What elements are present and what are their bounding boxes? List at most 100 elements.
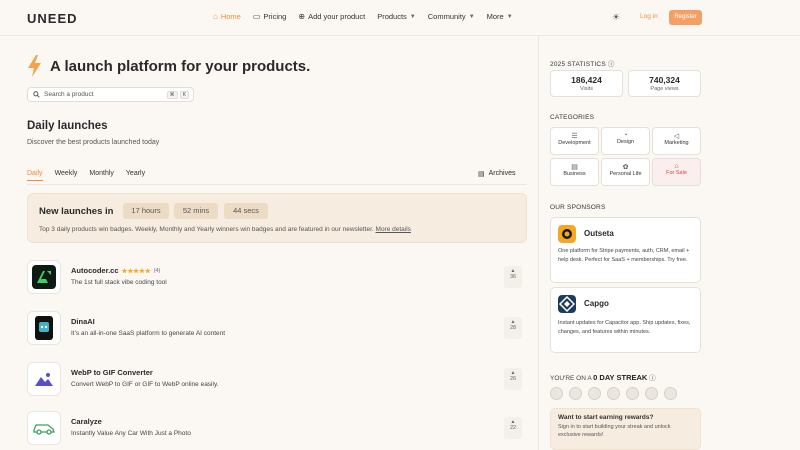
nav-label: More — [486, 12, 504, 21]
streak-day-circle — [588, 387, 601, 400]
more-details-link[interactable]: More details — [376, 226, 411, 233]
theme-toggle-sun-icon[interactable]: ☀ — [612, 12, 620, 23]
info-icon[interactable]: ⓘ — [608, 61, 615, 68]
archive-box-icon: ▤ — [478, 171, 485, 178]
upvote-button[interactable]: ▲ 36 — [504, 266, 522, 288]
chevron-down-icon: ▼ — [409, 13, 416, 20]
home-icon: ⌂ — [213, 12, 218, 21]
category-personal-life[interactable]: ✿ Personal Life — [601, 158, 650, 186]
product-name-row: Autocoder.cc ★★★★★ (4) — [71, 266, 160, 275]
vote-count: 36 — [509, 274, 517, 280]
stats-heading-text: 2025 STATISTICS — [550, 61, 606, 68]
nav-products[interactable]: Products ▼ — [377, 12, 416, 21]
shop-icon: ⌂ — [674, 163, 679, 170]
list-item[interactable]: Caralyze Instantly Value Any Car With Ju… — [27, 411, 527, 449]
page-title: A launch platform for your products. — [50, 58, 311, 75]
category-marketing[interactable]: ◁ Marketing — [652, 127, 701, 155]
product-name-row: Caralyze — [71, 417, 102, 426]
countdown-desc-text: Top 3 daily products win badges. Weekly,… — [39, 226, 374, 233]
nav-more[interactable]: More ▼ — [487, 12, 513, 21]
sponsor-card-outseta[interactable]: Outseta One platform for Stripe payments… — [550, 217, 701, 283]
rating-count: (4) — [153, 267, 161, 274]
tab-daily[interactable]: Daily — [27, 170, 43, 181]
palette-icon: ◔ — [623, 132, 628, 139]
streak-day-circle — [626, 387, 639, 400]
section-title: Daily launches — [27, 120, 108, 132]
streak-days — [550, 387, 677, 400]
category-label: Marketing — [664, 140, 689, 146]
stat-label: Page views — [650, 86, 679, 92]
info-icon[interactable]: ⓘ — [649, 375, 656, 382]
streak-label: YOU'RE ON A 0 DAY STREAK ⓘ — [550, 372, 656, 382]
list-item[interactable]: DinaAI It's an all-in-one SaaS platform … — [27, 311, 527, 349]
period-tabs: Daily Weekly Monthly Yearly — [27, 170, 145, 181]
tabs-divider — [27, 184, 527, 185]
archives-label: Archives — [488, 170, 516, 177]
streak-prefix: YOU'RE ON A — [550, 375, 592, 382]
product-logo — [27, 260, 61, 294]
nav-pricing[interactable]: ▭ Pricing — [253, 12, 287, 21]
chevron-down-icon: ▼ — [468, 13, 475, 20]
product-name-row: DinaAI — [71, 317, 95, 326]
nav-label: Community — [427, 12, 466, 21]
search-shortcut: ⌘ K — [166, 91, 189, 99]
capgo-logo-icon — [558, 295, 576, 313]
flower-icon: ✿ — [622, 164, 629, 171]
upvote-button[interactable]: ▲ 22 — [504, 417, 522, 439]
tab-yearly[interactable]: Yearly — [126, 170, 145, 181]
stack-icon: ☰ — [571, 133, 578, 140]
tab-monthly[interactable]: Monthly — [89, 170, 114, 181]
sponsor-card-capgo[interactable]: Capgo Instant updates for Capacitor app.… — [550, 287, 701, 353]
product-name: Caralyze — [71, 417, 102, 426]
vote-count: 26 — [509, 376, 517, 382]
search-input[interactable]: Search a product ⌘ K — [27, 87, 194, 102]
sponsor-name: Capgo — [584, 299, 609, 308]
category-business[interactable]: ▤ Business — [550, 158, 599, 186]
section-subtitle: Discover the best products launched toda… — [27, 139, 160, 146]
lightning-bolt-icon — [28, 55, 41, 77]
product-description: Instantly Value Any Car With Just a Phot… — [71, 430, 191, 437]
list-item[interactable]: Autocoder.cc ★★★★★ (4) The 1st full stac… — [27, 260, 527, 298]
product-name-row: WebP to GIF Converter — [71, 368, 153, 377]
list-item[interactable]: WebP to GIF Converter Convert WebP to GI… — [27, 362, 527, 400]
stat-page-views: 740,324 Page views — [628, 70, 701, 97]
categories-heading: CATEGORIES — [550, 114, 595, 121]
upvote-button[interactable]: ▲ 28 — [504, 317, 522, 339]
product-description: It's an all-in-one SaaS platform to gene… — [71, 330, 226, 337]
countdown-hours: 17 hours — [123, 203, 169, 219]
category-development[interactable]: ☰ Development — [550, 127, 599, 155]
megaphone-icon: ◁ — [673, 133, 680, 140]
chevron-down-icon: ▼ — [506, 13, 513, 20]
register-button[interactable]: Register — [669, 10, 702, 25]
countdown-description: Top 3 daily products win badges. Weekly,… — [39, 226, 411, 233]
briefcase-icon: ▤ — [571, 164, 578, 171]
product-description: The 1st full stack vibe coding tool — [71, 279, 167, 286]
nav-community[interactable]: Community ▼ — [428, 12, 475, 21]
sponsor-description: One platform for Stripe payments, auth, … — [558, 248, 690, 263]
tab-weekly[interactable]: Weekly — [55, 170, 78, 181]
streak-day-circle — [607, 387, 620, 400]
stat-visits: 186,424 Visits — [550, 70, 623, 97]
category-design[interactable]: ◔ Design — [601, 127, 650, 155]
upvote-button[interactable]: ▲ 26 — [504, 368, 522, 390]
stat-number: 186,424 — [571, 75, 602, 85]
archives-link[interactable]: ▤ Archives — [478, 170, 515, 178]
product-description: Convert WebP to GIF or GIF to WebP onlin… — [71, 381, 219, 388]
stat-label: Visits — [579, 86, 594, 92]
nav-add-product[interactable]: ⊕ Add your product — [298, 12, 365, 21]
rewards-card[interactable]: Want to start earning rewards? Sign in t… — [550, 408, 701, 450]
category-for-sale[interactable]: ⌂ For Sale — [652, 158, 701, 186]
category-label: Business — [563, 171, 586, 177]
login-link[interactable]: Log in — [640, 13, 658, 20]
nav-home[interactable]: ⌂ Home — [213, 12, 241, 21]
streak-value: 0 DAY STREAK — [593, 373, 648, 382]
vote-count: 22 — [509, 425, 517, 431]
search-icon — [33, 91, 40, 98]
product-logo — [27, 411, 61, 445]
stats-heading: 2025 STATISTICS ⓘ — [550, 58, 615, 68]
stat-number: 740,324 — [649, 75, 680, 85]
sidebar-divider — [538, 36, 539, 450]
countdown-secs: 44 secs — [224, 203, 268, 219]
plus-circle-icon: ⊕ — [298, 12, 306, 21]
logo[interactable]: UNEED — [27, 11, 78, 26]
